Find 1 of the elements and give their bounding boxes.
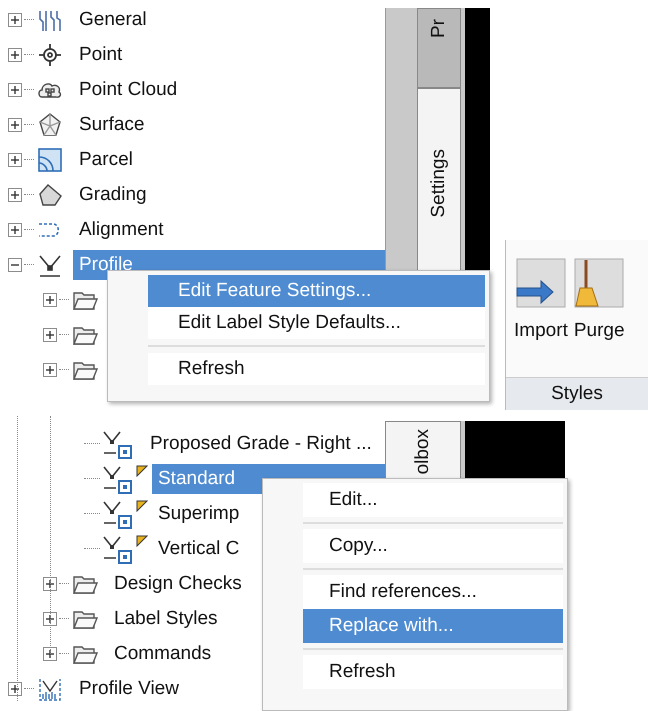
panel-title: Styles [506, 377, 648, 410]
